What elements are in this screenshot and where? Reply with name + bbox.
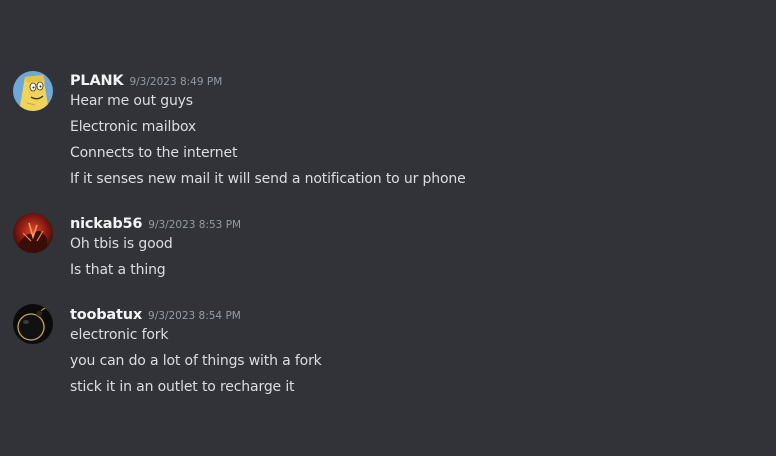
message-header: PLANK 9/3/2023 8:49 PM xyxy=(70,70,222,90)
timestamp: 9/3/2023 8:54 PM xyxy=(148,310,241,322)
username[interactable]: toobatux xyxy=(70,307,142,323)
red-figure-avatar-icon xyxy=(13,213,53,253)
username[interactable]: PLANK xyxy=(70,73,124,89)
cartoon-plank-avatar-icon xyxy=(13,71,53,111)
username[interactable]: nickab56 xyxy=(70,216,142,232)
timestamp: 9/3/2023 8:53 PM xyxy=(148,219,242,231)
message-text: Is that a thing xyxy=(70,262,166,278)
message-header: toobatux 9/3/2023 8:54 PM xyxy=(70,304,241,324)
avatar[interactable] xyxy=(13,213,53,253)
bomb-avatar-icon xyxy=(13,304,53,344)
message-text: Oh tbis is good xyxy=(70,236,173,252)
message-text: stick it in an outlet to recharge it xyxy=(70,379,295,395)
message-text: If it senses new mail it will send a not… xyxy=(70,171,466,187)
message-text: you can do a lot of things with a fork xyxy=(70,353,322,369)
avatar[interactable] xyxy=(13,71,53,111)
chat-message-list: PLANK 9/3/2023 8:49 PM Hear me out guys E… xyxy=(0,0,776,456)
message-text: Connects to the internet xyxy=(70,145,238,161)
avatar[interactable] xyxy=(13,304,53,344)
message-text: Hear me out guys xyxy=(70,93,193,109)
message-text: Electronic mailbox xyxy=(70,119,197,135)
message-text: electronic fork xyxy=(70,327,169,343)
message-header: nickab56 9/3/2023 8:53 PM xyxy=(70,213,241,233)
timestamp: 9/3/2023 8:49 PM xyxy=(129,76,223,88)
